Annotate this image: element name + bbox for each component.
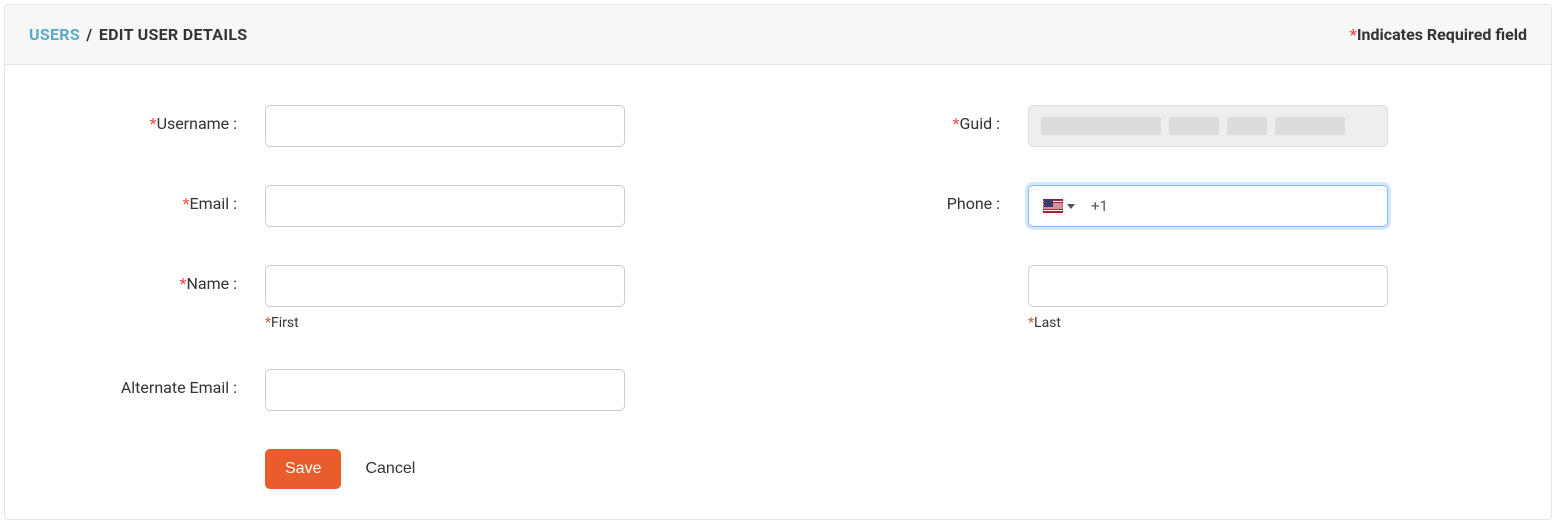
asterisk-icon: * [180, 274, 187, 293]
left-column: *Username : *Email : *Na [45, 105, 748, 489]
username-input[interactable] [265, 105, 625, 147]
row-name: *Name : *First [45, 265, 748, 331]
email-input[interactable] [265, 185, 625, 227]
sublabel-last: *Last [1028, 315, 1388, 331]
row-username: *Username : [45, 105, 748, 147]
row-guid: *Guid : [808, 105, 1511, 147]
guid-display [1028, 105, 1388, 147]
redacted-block [1275, 117, 1345, 135]
alternate-email-input[interactable] [265, 369, 625, 411]
label-email: *Email : [45, 185, 265, 213]
required-field-note: *Indicates Required field [1350, 25, 1527, 44]
phone-input[interactable] [1108, 186, 1387, 226]
label-name: *Name : [45, 265, 265, 293]
row-alternate-email: Alternate Email : [45, 369, 748, 411]
label-guid: *Guid : [808, 105, 1028, 133]
breadcrumb: USERS / EDIT USER DETAILS [29, 25, 247, 44]
edit-user-panel: USERS / EDIT USER DETAILS *Indicates Req… [4, 4, 1552, 520]
label-alternate-email: Alternate Email : [45, 369, 265, 397]
asterisk-icon: * [150, 114, 157, 133]
breadcrumb-current: EDIT USER DETAILS [99, 25, 248, 44]
save-button[interactable]: Save [265, 449, 341, 489]
phone-prefix: +1 [1081, 197, 1108, 215]
form-body: *Username : *Email : *Na [5, 65, 1551, 519]
phone-input-wrap[interactable]: +1 [1028, 185, 1388, 227]
label-last-name-empty [808, 265, 1028, 274]
first-name-input[interactable] [265, 265, 625, 307]
asterisk-icon: * [953, 114, 960, 133]
right-column: *Guid : Phone : [808, 105, 1511, 489]
breadcrumb-separator: / [86, 25, 92, 44]
chevron-down-icon [1067, 204, 1075, 209]
form-actions: Save Cancel [265, 449, 748, 489]
redacted-block [1169, 117, 1219, 135]
asterisk-icon: * [183, 194, 190, 213]
last-name-input[interactable] [1028, 265, 1388, 307]
row-phone: Phone : +1 [808, 185, 1511, 227]
label-username: *Username : [45, 105, 265, 133]
cancel-button[interactable]: Cancel [365, 460, 415, 478]
redacted-block [1227, 117, 1267, 135]
asterisk-icon: * [1350, 25, 1357, 44]
row-last-name: *Last [808, 265, 1511, 331]
breadcrumb-root[interactable]: USERS [29, 25, 80, 44]
country-code-selector[interactable] [1037, 195, 1081, 217]
label-phone: Phone : [808, 185, 1028, 213]
panel-header: USERS / EDIT USER DETAILS *Indicates Req… [5, 5, 1551, 65]
redacted-block [1041, 117, 1161, 135]
us-flag-icon [1043, 199, 1063, 213]
row-email: *Email : [45, 185, 748, 227]
sublabel-first: *First [265, 315, 625, 331]
